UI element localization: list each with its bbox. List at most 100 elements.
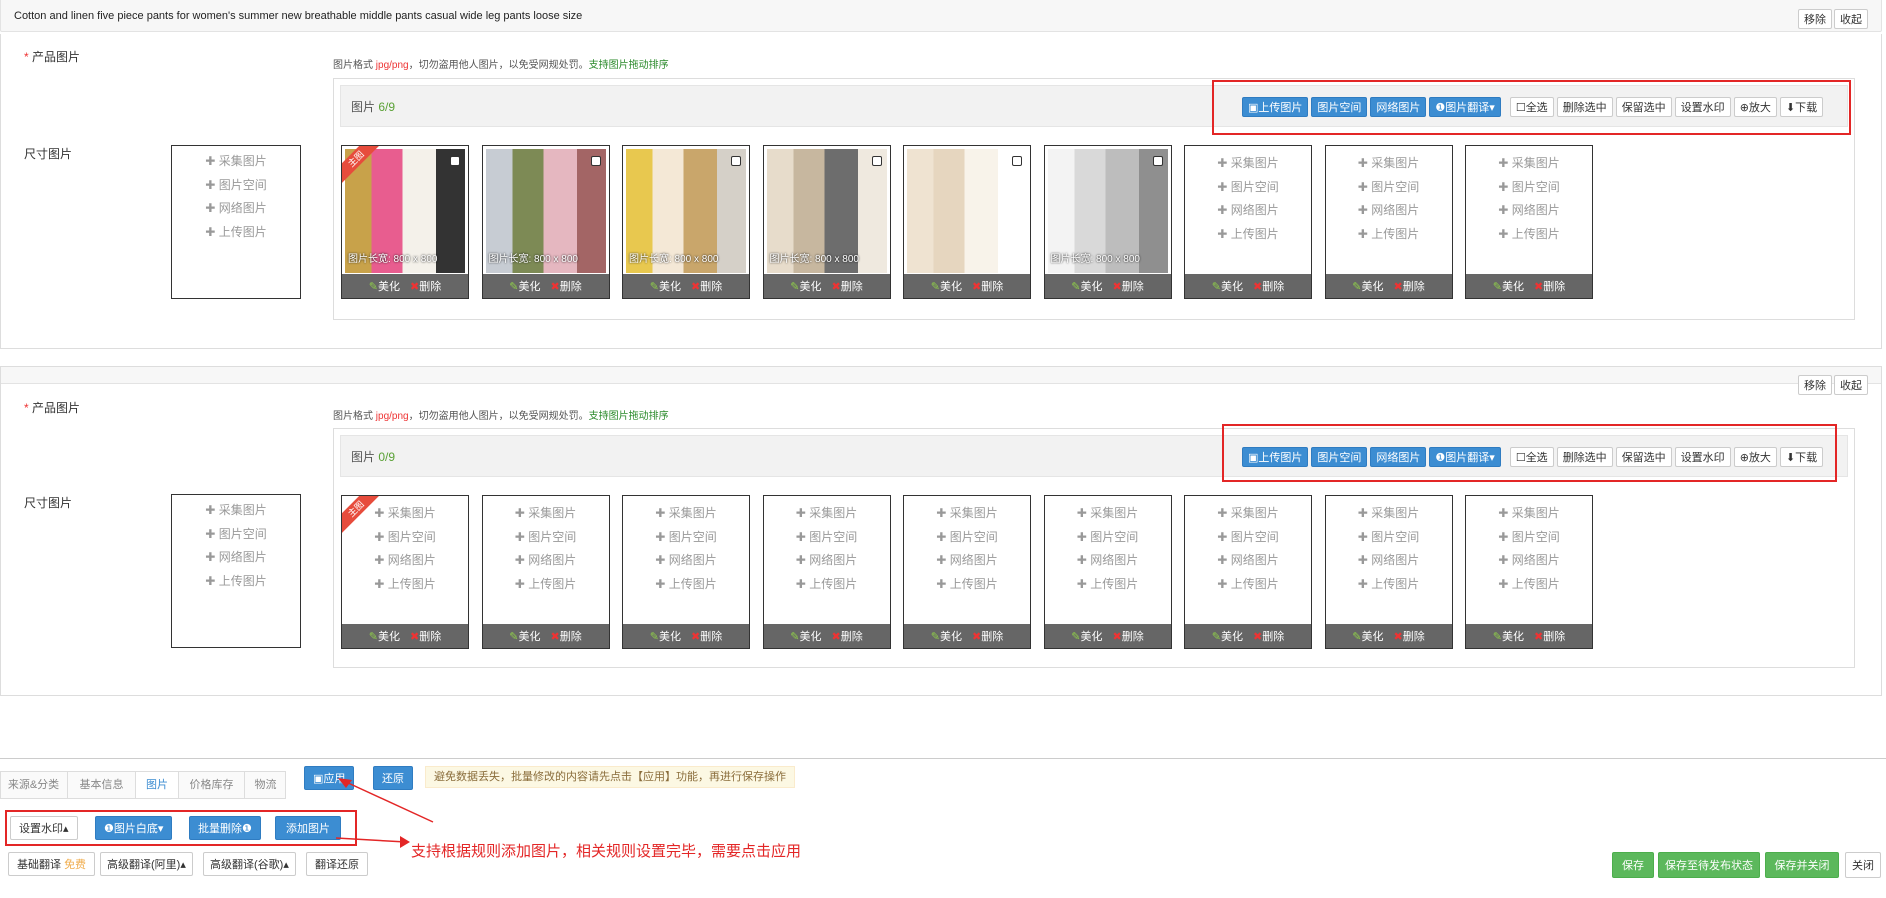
delete-selected-button[interactable]: 删除选中 xyxy=(1556,97,1613,117)
size-image-slot-2[interactable]: ✚ 采集图片 ✚ 图片空间 ✚ 网络图片 ✚ 上传图片 xyxy=(171,494,301,648)
option-space[interactable]: ✚ 图片空间 xyxy=(904,526,1030,550)
beautify-button[interactable]: ✎美化 xyxy=(650,278,681,294)
beautify-button[interactable]: ✎美化 xyxy=(931,278,962,294)
set-watermark-button[interactable]: 设置水印 xyxy=(1674,447,1731,467)
image-slot[interactable]: ✚ 采集图片 ✚ 图片空间 ✚ 网络图片 ✚ 上传图片 ✎美化 ✖删除 xyxy=(1324,145,1453,299)
option-space[interactable]: ✚ 图片空间 xyxy=(172,174,300,198)
delete-button[interactable]: ✖删除 xyxy=(410,278,441,294)
image-slot[interactable]: ✚ 采集图片 ✚ 图片空间 ✚ 网络图片 ✚ 上传图片 主图 ✎美化 ✖删除 xyxy=(341,495,469,649)
batch-delete-button[interactable]: 批量删除 ❶ xyxy=(189,816,261,840)
option-space[interactable]: ✚ 图片空间 xyxy=(1326,176,1452,200)
option-upload[interactable]: ✚ 上传图片 xyxy=(342,573,468,597)
beautify-button[interactable]: ✎美化 xyxy=(931,628,962,644)
option-upload[interactable]: ✚ 上传图片 xyxy=(1326,223,1452,247)
option-space[interactable]: ✚ 图片空间 xyxy=(1466,526,1592,550)
beautify-button[interactable]: ✎美化 xyxy=(1071,278,1102,294)
delete-button[interactable]: ✖删除 xyxy=(1113,628,1144,644)
option-space[interactable]: ✚ 图片空间 xyxy=(172,523,300,547)
beautify-button[interactable]: ✎美化 xyxy=(1352,628,1383,644)
delete-button[interactable]: ✖删除 xyxy=(1394,278,1425,294)
option-network[interactable]: ✚ 网络图片 xyxy=(342,549,468,573)
beautify-button[interactable]: ✎美化 xyxy=(790,278,821,294)
option-space[interactable]: ✚ 图片空间 xyxy=(1185,176,1311,200)
remove-button-2[interactable]: 移除 xyxy=(1798,375,1832,395)
option-collect[interactable]: ✚ 采集图片 xyxy=(172,150,300,174)
option-space[interactable]: ✚ 图片空间 xyxy=(483,526,609,550)
translate-revert-button[interactable]: 翻译还原 xyxy=(306,852,368,876)
select-all-checkbox[interactable]: ☐ 全选 xyxy=(1509,447,1554,467)
translate-google-dropdown[interactable]: 高级翻译(谷歌) ▴ xyxy=(203,852,296,876)
select-checkbox[interactable] xyxy=(1152,156,1163,166)
option-space[interactable]: ✚ 图片空间 xyxy=(1466,176,1592,200)
option-network[interactable]: ✚ 网络图片 xyxy=(1326,199,1452,223)
image-slot[interactable]: 图片长宽: 800 x 800 ✎美化 ✖删除 xyxy=(1043,145,1172,299)
option-collect[interactable]: ✚ 采集图片 xyxy=(1185,502,1311,526)
option-upload[interactable]: ✚ 上传图片 xyxy=(1045,573,1171,597)
tab-source[interactable]: 来源&分类 xyxy=(0,772,68,798)
option-space[interactable]: ✚ 图片空间 xyxy=(1185,526,1311,550)
delete-button[interactable]: ✖删除 xyxy=(1534,628,1565,644)
delete-button[interactable]: ✖删除 xyxy=(972,628,1003,644)
upload-image-button[interactable]: ▣ 上传图片 xyxy=(1242,97,1309,117)
option-collect[interactable]: ✚ 采集图片 xyxy=(1466,152,1592,176)
option-network[interactable]: ✚ 网络图片 xyxy=(1185,549,1311,573)
image-slot[interactable]: ✎美化 ✖删除 xyxy=(903,145,1031,299)
option-collect[interactable]: ✚ 采集图片 xyxy=(1326,502,1452,526)
beautify-button[interactable]: ✎美化 xyxy=(1493,278,1524,294)
delete-button[interactable]: ✖删除 xyxy=(1534,278,1565,294)
image-slot[interactable]: 图片长宽: 800 x 800 ✎美化 ✖删除 xyxy=(481,145,610,299)
image-slot[interactable]: 图片长宽: 800 x 800 ✎美化 ✖删除 xyxy=(622,145,750,299)
delete-button[interactable]: ✖删除 xyxy=(832,628,863,644)
option-network[interactable]: ✚ 网络图片 xyxy=(764,549,890,573)
option-upload[interactable]: ✚ 上传图片 xyxy=(623,573,749,597)
beautify-button[interactable]: ✎美化 xyxy=(650,628,681,644)
option-collect[interactable]: ✚ 采集图片 xyxy=(1045,502,1171,526)
option-collect[interactable]: ✚ 采集图片 xyxy=(623,502,749,526)
beautify-button[interactable]: ✎美化 xyxy=(1352,278,1383,294)
option-collect[interactable]: ✚ 采集图片 xyxy=(172,499,300,523)
image-slot[interactable]: ✚ 采集图片 ✚ 图片空间 ✚ 网络图片 ✚ 上传图片 ✎美化 ✖删除 xyxy=(1184,145,1312,299)
set-watermark-button[interactable]: 设置水印 xyxy=(1674,97,1731,117)
image-slot[interactable]: 图片长宽: 800 x 800 主图 ✎美化 ✖删除 xyxy=(341,145,469,299)
option-network[interactable]: ✚ 网络图片 xyxy=(483,549,609,573)
translate-image-button[interactable]: ❶ 图片翻译 ▾ xyxy=(1429,97,1501,117)
select-checkbox[interactable] xyxy=(590,156,601,166)
translate-image-button[interactable]: ❶ 图片翻译 ▾ xyxy=(1429,447,1501,467)
tab-images[interactable]: 图片 xyxy=(136,772,179,798)
network-image-button[interactable]: 网络图片 xyxy=(1370,97,1427,117)
size-image-slot[interactable]: ✚ 采集图片 ✚ 图片空间 ✚ 网络图片 ✚ 上传图片 xyxy=(171,145,301,299)
download-button[interactable]: ⬇ 下载 xyxy=(1779,447,1824,467)
option-collect[interactable]: ✚ 采集图片 xyxy=(904,502,1030,526)
image-slot[interactable]: ✚ 采集图片 ✚ 图片空间 ✚ 网络图片 ✚ 上传图片 ✎美化 ✖删除 xyxy=(1043,495,1172,649)
beautify-button[interactable]: ✎美化 xyxy=(790,628,821,644)
option-space[interactable]: ✚ 图片空间 xyxy=(764,526,890,550)
delete-button[interactable]: ✖删除 xyxy=(1394,628,1425,644)
option-upload[interactable]: ✚ 上传图片 xyxy=(1466,223,1592,247)
image-slot[interactable]: ✚ 采集图片 ✚ 图片空间 ✚ 网络图片 ✚ 上传图片 ✎美化 ✖删除 xyxy=(903,495,1031,649)
option-upload[interactable]: ✚ 上传图片 xyxy=(1185,573,1311,597)
zoom-button[interactable]: ⊕ 放大 xyxy=(1733,97,1777,117)
option-network[interactable]: ✚ 网络图片 xyxy=(1326,549,1452,573)
beautify-button[interactable]: ✎美化 xyxy=(1493,628,1524,644)
beautify-button[interactable]: ✎美化 xyxy=(509,278,540,294)
delete-selected-button[interactable]: 删除选中 xyxy=(1556,447,1613,467)
image-slot[interactable]: ✚ 采集图片 ✚ 图片空间 ✚ 网络图片 ✚ 上传图片 ✎美化 ✖删除 xyxy=(762,495,891,649)
option-upload[interactable]: ✚ 上传图片 xyxy=(172,221,300,245)
delete-button[interactable]: ✖删除 xyxy=(1113,278,1144,294)
delete-button[interactable]: ✖删除 xyxy=(972,278,1003,294)
delete-button[interactable]: ✖删除 xyxy=(1253,628,1284,644)
image-slot[interactable]: ✚ 采集图片 ✚ 图片空间 ✚ 网络图片 ✚ 上传图片 ✎美化 ✖删除 xyxy=(1465,145,1593,299)
option-network[interactable]: ✚ 网络图片 xyxy=(623,549,749,573)
image-space-button[interactable]: 图片空间 xyxy=(1311,447,1368,467)
beautify-button[interactable]: ✎美化 xyxy=(1212,628,1243,644)
option-space[interactable]: ✚ 图片空间 xyxy=(342,526,468,550)
tab-logistics[interactable]: 物流 xyxy=(245,772,286,798)
option-network[interactable]: ✚ 网络图片 xyxy=(172,197,300,221)
beautify-button[interactable]: ✎美化 xyxy=(509,628,540,644)
option-space[interactable]: ✚ 图片空间 xyxy=(1326,526,1452,550)
option-network[interactable]: ✚ 网络图片 xyxy=(172,546,300,570)
option-collect[interactable]: ✚ 采集图片 xyxy=(483,502,609,526)
option-collect[interactable]: ✚ 采集图片 xyxy=(764,502,890,526)
close-button[interactable]: 关闭 xyxy=(1845,852,1881,878)
keep-selected-button[interactable]: 保留选中 xyxy=(1615,97,1672,117)
